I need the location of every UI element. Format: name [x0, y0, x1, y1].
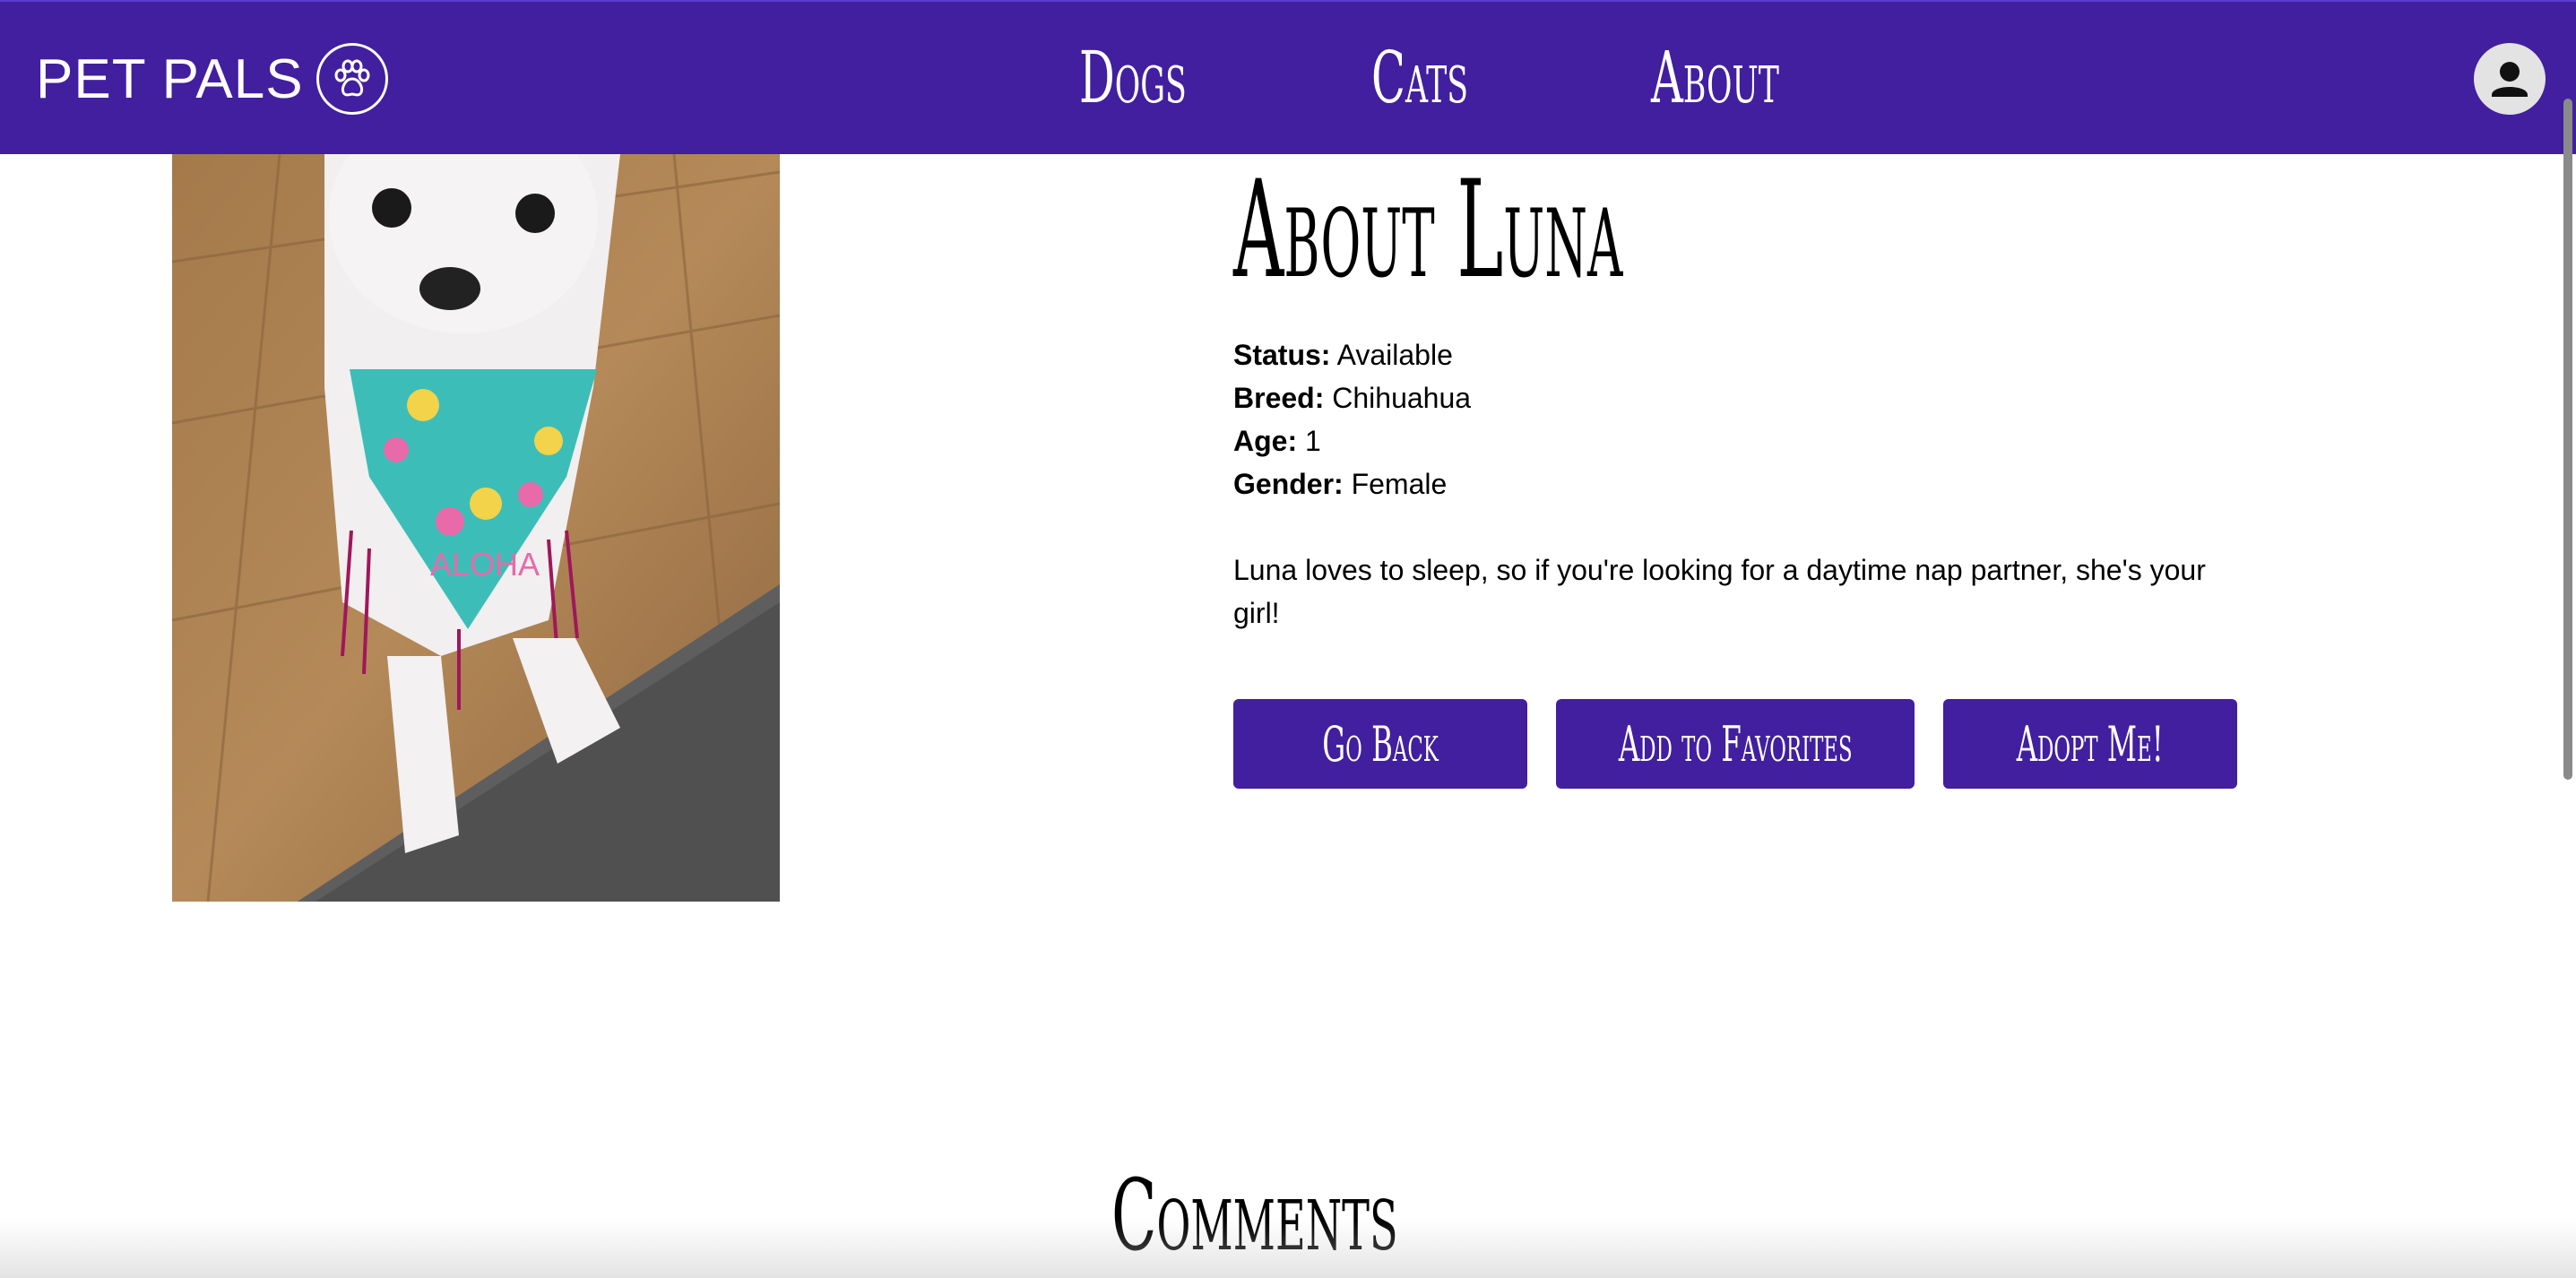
adopt-me-label: Adopt Me!: [2016, 715, 2165, 773]
nav-about[interactable]: About: [1651, 29, 1779, 127]
bottom-fade: [0, 1219, 2576, 1278]
breed-value: Chihuahua: [1332, 382, 1472, 414]
age-row: Age: 1: [1233, 419, 1471, 462]
breed-label: Breed:: [1233, 382, 1325, 414]
go-back-button[interactable]: Go Back: [1233, 699, 1527, 789]
paw-icon: [316, 43, 388, 115]
pet-title: About Luna: [1233, 152, 1623, 308]
add-to-favorites-button[interactable]: Add to Favorites: [1556, 699, 1915, 789]
pet-info: Status: Available Breed: Chihuahua Age: …: [1233, 333, 1471, 505]
bandana-text: ALOHA: [430, 546, 540, 583]
top-navbar: PET PALS Dogs Cats About: [0, 0, 2576, 154]
breed-row: Breed: Chihuahua: [1233, 376, 1471, 419]
pet-description: Luna loves to sleep, so if you're lookin…: [1233, 554, 2206, 629]
age-label: Age:: [1233, 425, 1298, 457]
page-scrollbar[interactable]: [2563, 99, 2572, 780]
gender-label: Gender:: [1233, 468, 1344, 500]
pet-photo: ALOHA: [172, 154, 780, 902]
status-label: Status:: [1233, 339, 1331, 371]
age-value: 1: [1305, 425, 1321, 457]
status-value: Available: [1336, 339, 1453, 371]
nav-cats[interactable]: Cats: [1371, 29, 1468, 127]
gender-row: Gender: Female: [1233, 462, 1471, 505]
nav-dogs[interactable]: Dogs: [1079, 29, 1187, 127]
brand-link[interactable]: PET PALS: [36, 41, 388, 117]
user-avatar-icon[interactable]: [2474, 43, 2546, 115]
add-to-favorites-label: Add to Favorites: [1618, 715, 1853, 773]
status-row: Status: Available: [1233, 333, 1471, 376]
brand-name: PET PALS: [36, 47, 304, 110]
go-back-label: Go Back: [1322, 715, 1439, 773]
adopt-me-button[interactable]: Adopt Me!: [1943, 699, 2237, 789]
gender-value: Female: [1351, 468, 1448, 500]
